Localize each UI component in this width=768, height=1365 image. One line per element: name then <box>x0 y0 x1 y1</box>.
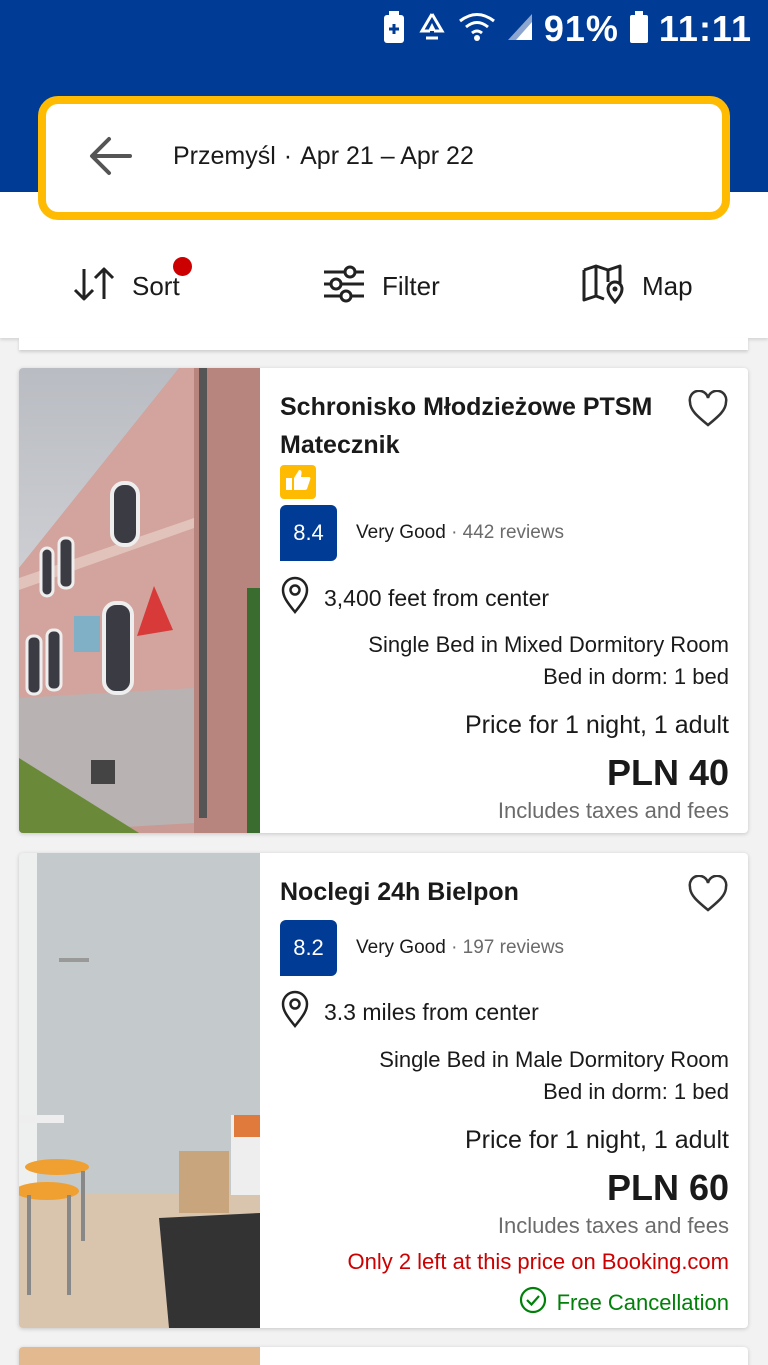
distance-text: 3.3 miles from center <box>324 998 539 1025</box>
search-dates: Apr 21 – Apr 22 <box>300 142 474 170</box>
distance-line: 3.3 miles from center <box>280 990 539 1034</box>
map-button[interactable]: Map <box>582 250 693 322</box>
listing-card[interactable]: Schronisko Młodzieżowe PTSM Matecznik 8.… <box>19 368 748 833</box>
review-count: · 197 reviews <box>451 937 565 958</box>
battery-saver-icon <box>382 10 406 49</box>
search-summary-box[interactable]: Przemyśl · Apr 21 – Apr 22 <box>38 96 730 220</box>
battery-icon <box>629 10 649 49</box>
review-score-badge: 8.2 <box>280 920 337 976</box>
room-type: Single Bed in Mixed Dormitory Room <box>368 632 729 657</box>
check-circle-icon <box>519 1286 547 1320</box>
bed-info: Bed in dorm: 1 bed <box>543 1079 729 1104</box>
listing-card[interactable]: Noclegi 24h Bielpon 8.2 Very Good · 197 … <box>19 853 748 1328</box>
property-photo[interactable] <box>19 1347 260 1365</box>
sort-label: Sort <box>132 270 180 301</box>
rating-summary: Very Good · 197 reviews <box>356 937 564 959</box>
sort-button[interactable]: Sort <box>72 250 192 322</box>
preferred-partner-badge <box>280 465 316 499</box>
sort-arrows-icon <box>72 266 116 307</box>
filter-label: Filter <box>382 270 440 301</box>
property-name[interactable]: Noclegi 24h Bielpon <box>280 873 680 911</box>
distance-line: 3,400 feet from center <box>280 576 549 620</box>
search-summary-text[interactable]: Przemyśl · Apr 21 – Apr 22 <box>173 142 474 171</box>
rating-word: Very Good <box>356 522 446 543</box>
map-pin-icon <box>582 264 626 309</box>
arrow-left-icon <box>88 136 132 181</box>
property-photo[interactable] <box>19 368 260 833</box>
search-location: Przemyśl <box>173 142 276 170</box>
bed-info: Bed in dorm: 1 bed <box>543 664 729 689</box>
price-for-text: Price for 1 night, 1 adult <box>464 1126 729 1154</box>
status-bar: 91% 11:11 <box>0 0 768 56</box>
rating-word: Very Good <box>356 937 446 958</box>
heart-icon <box>687 874 729 917</box>
property-name[interactable]: Schronisko Młodzieżowe PTSM Matecznik <box>280 388 680 464</box>
recycle-icon <box>416 11 448 48</box>
thumbs-up-icon <box>285 469 311 496</box>
wifi-icon <box>458 12 496 47</box>
location-pin-icon <box>280 990 310 1034</box>
previous-listing-card-edge <box>19 338 748 350</box>
results-toolbar: Sort Filter Map <box>0 250 768 322</box>
filter-sliders-icon <box>322 265 366 308</box>
scarcity-message: Only 2 left at this price on Booking.com <box>347 1249 729 1274</box>
rating-summary: Very Good · 442 reviews <box>356 522 564 544</box>
review-count: · 442 reviews <box>451 522 565 543</box>
distance-text: 3,400 feet from center <box>324 584 550 611</box>
save-favorite-button[interactable] <box>687 874 729 917</box>
price: PLN 40 <box>606 752 729 793</box>
taxes-note: Includes taxes and fees <box>497 798 729 823</box>
heart-icon <box>687 389 729 432</box>
listing-card[interactable] <box>19 1347 748 1365</box>
price: PLN 60 <box>606 1167 729 1208</box>
back-button[interactable] <box>82 134 138 182</box>
search-separator: · <box>283 142 293 170</box>
sort-indicator-dot <box>173 257 192 276</box>
battery-percent: 91% <box>543 8 619 49</box>
clock: 11:11 <box>658 8 752 49</box>
taxes-note: Includes taxes and fees <box>497 1213 729 1238</box>
property-photo[interactable] <box>19 853 260 1328</box>
room-type: Single Bed in Male Dormitory Room <box>379 1047 729 1072</box>
free-cancellation: Free Cancellation <box>519 1286 729 1320</box>
cell-signal-icon <box>506 12 534 47</box>
filter-button[interactable]: Filter <box>322 250 440 322</box>
review-score-badge: 8.4 <box>280 505 337 561</box>
location-pin-icon <box>280 576 310 620</box>
save-favorite-button[interactable] <box>687 389 729 432</box>
free-cancellation-label: Free Cancellation <box>556 1290 729 1315</box>
map-label: Map <box>642 270 693 301</box>
price-for-text: Price for 1 night, 1 adult <box>464 711 729 739</box>
status-icons: 91% 11:11 <box>382 8 752 50</box>
